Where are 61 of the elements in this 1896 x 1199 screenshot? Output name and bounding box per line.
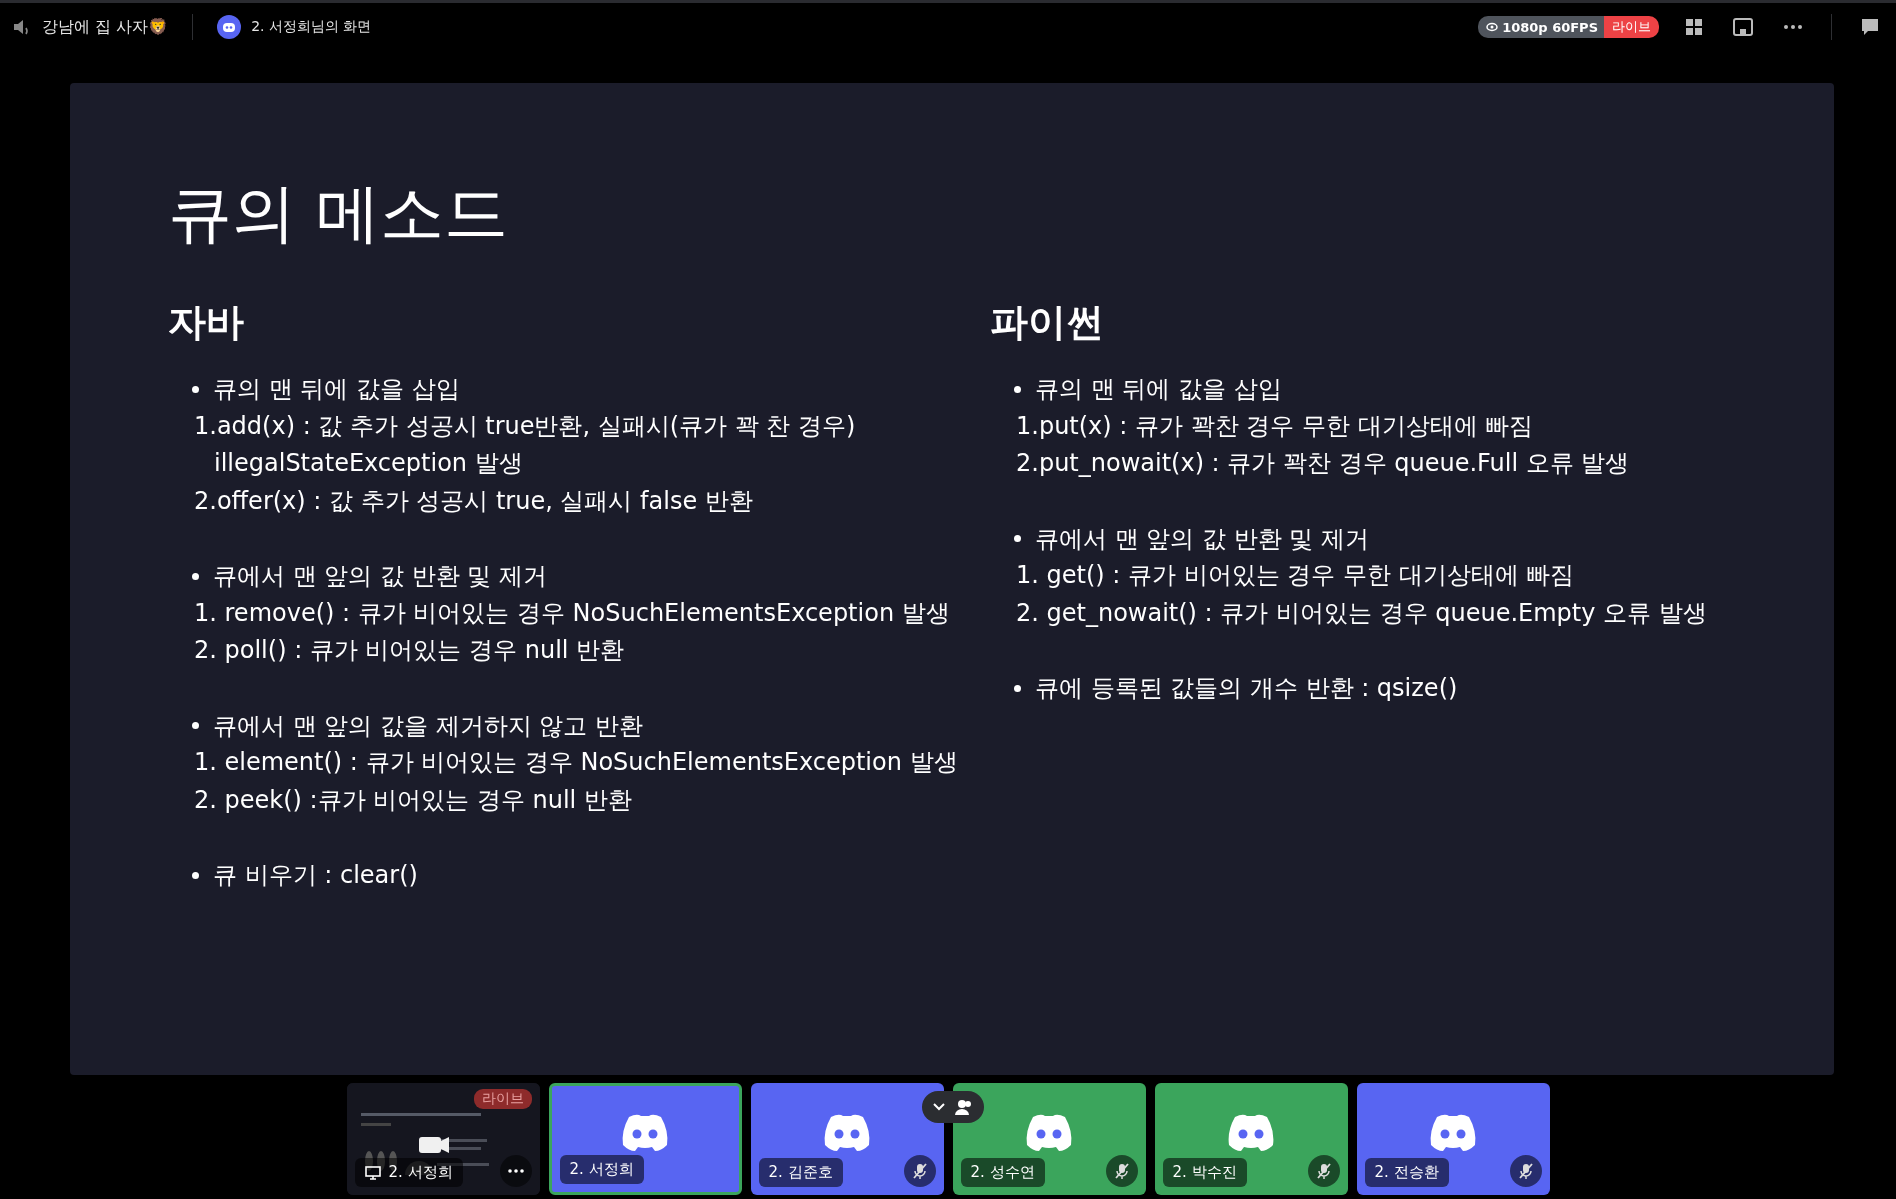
participants-toggle[interactable] bbox=[922, 1091, 984, 1123]
muted-mic-icon bbox=[1314, 1162, 1333, 1180]
more-icon bbox=[507, 1169, 524, 1173]
participant-tile[interactable]: 2. 성수연 bbox=[952, 1083, 1146, 1195]
stream-title: 2. 서정희님의 화면 bbox=[251, 18, 372, 36]
list-line: 2. get_nowait() : 큐가 비어있는 경우 queue.Empty 오류 발생 bbox=[1015, 597, 1708, 629]
live-badge: 라이브 bbox=[1604, 16, 1659, 38]
bullet-text: 큐의 맨 뒤에 값을 삽입 bbox=[213, 374, 460, 406]
participant-name: 2. 박수진 bbox=[1162, 1158, 1247, 1187]
quality-badge: 1080p 60FPS bbox=[1478, 16, 1604, 38]
slide-title: 큐의 메소드 bbox=[168, 175, 509, 252]
column-heading: 파이썬 bbox=[990, 299, 1104, 346]
participant-tile[interactable]: 2. 전승환 bbox=[1356, 1083, 1550, 1195]
list-line: 1. remove() : 큐가 비어있는 경우 NoSuchElementsException 발생 bbox=[193, 597, 951, 629]
bullet-icon bbox=[1014, 684, 1021, 692]
bullet-text: 큐에 등록된 값들의 개수 반환 : qsize() bbox=[1035, 673, 1458, 705]
bullet-text: 큐에서 맨 앞의 값을 제거하지 않고 반환 bbox=[213, 710, 643, 742]
participant-name: 2. 전승환 bbox=[1364, 1158, 1449, 1187]
more-button[interactable] bbox=[499, 1155, 532, 1187]
avatar-icon bbox=[217, 15, 242, 39]
participant-tile[interactable]: 2. 김준호 bbox=[750, 1083, 944, 1195]
bullet-icon bbox=[192, 385, 199, 393]
list-line: 1. get() : 큐가 비어있는 경우 무한 대기상태에 빠짐 bbox=[1015, 560, 1576, 592]
monitor-icon bbox=[364, 1165, 381, 1180]
muted-mic-icon bbox=[1112, 1162, 1131, 1180]
bullet-icon bbox=[1014, 535, 1021, 543]
live-badge: 라이브 bbox=[473, 1089, 532, 1109]
muted-mic-icon bbox=[910, 1162, 929, 1180]
list-line: 2. poll() : 큐가 비어있는 경우 null 반환 bbox=[193, 635, 626, 667]
list-line: 1.put(x) : 큐가 꽉찬 경우 무한 대기상태에 빠짐 bbox=[1015, 410, 1535, 442]
participant-name: 2. 김준호 bbox=[758, 1158, 843, 1187]
participant-name: 2. 서정희 bbox=[559, 1155, 644, 1184]
list-line: 1. element() : 큐가 비어있는 경우 NoSuchElementsException 발생 bbox=[193, 747, 959, 779]
bullet-text: 큐의 맨 뒤에 값을 삽입 bbox=[1035, 374, 1282, 406]
chevron-down-icon bbox=[932, 1103, 945, 1111]
bullet-icon bbox=[192, 572, 199, 580]
column-heading: 자바 bbox=[168, 299, 244, 346]
bullet-text: 큐에서 맨 앞의 값 반환 및 제거 bbox=[1035, 523, 1369, 555]
list-line: 2.offer(x) : 값 추가 성공시 true, 실패시 false 반환 bbox=[193, 485, 754, 517]
mute-button[interactable] bbox=[1509, 1155, 1542, 1187]
bullet-icon bbox=[1014, 385, 1021, 393]
bullet-icon bbox=[192, 871, 199, 879]
list-line: illegalStateException 발생 bbox=[213, 448, 524, 480]
eye-icon bbox=[1486, 22, 1499, 32]
participant-label: 2. 서정희 bbox=[388, 1163, 453, 1182]
mute-button[interactable] bbox=[903, 1155, 936, 1187]
participant-tile[interactable]: 2. 서정희 bbox=[548, 1083, 742, 1195]
bullet-text: 큐 비우기 : clear() bbox=[213, 860, 418, 892]
list-line: 2.put_nowait(x) : 큐가 꽉찬 경우 queue.Full 오류 발생 bbox=[1015, 448, 1631, 480]
people-icon bbox=[953, 1099, 974, 1115]
bullet-icon bbox=[192, 722, 199, 730]
participant-tile[interactable]: 2. 박수진 bbox=[1154, 1083, 1348, 1195]
screen-share-tile[interactable]: 라이브 2. 서정희 bbox=[346, 1083, 540, 1195]
muted-mic-icon bbox=[1516, 1162, 1535, 1180]
bullet-text: 큐에서 맨 앞의 값 반환 및 제거 bbox=[213, 561, 547, 593]
channel-name: 강남에 집 사자🦁 bbox=[42, 16, 169, 38]
mute-button[interactable] bbox=[1307, 1155, 1340, 1187]
participant-name: 2. 성수연 bbox=[960, 1158, 1045, 1187]
mute-button[interactable] bbox=[1105, 1155, 1138, 1187]
list-line: 2. peek() :큐가 비어있는 경우 null 반환 bbox=[193, 784, 633, 816]
list-line: 1.add(x) : 값 추가 성공시 true반환, 실패시(큐가 꽉 찬 경우) bbox=[193, 410, 857, 442]
